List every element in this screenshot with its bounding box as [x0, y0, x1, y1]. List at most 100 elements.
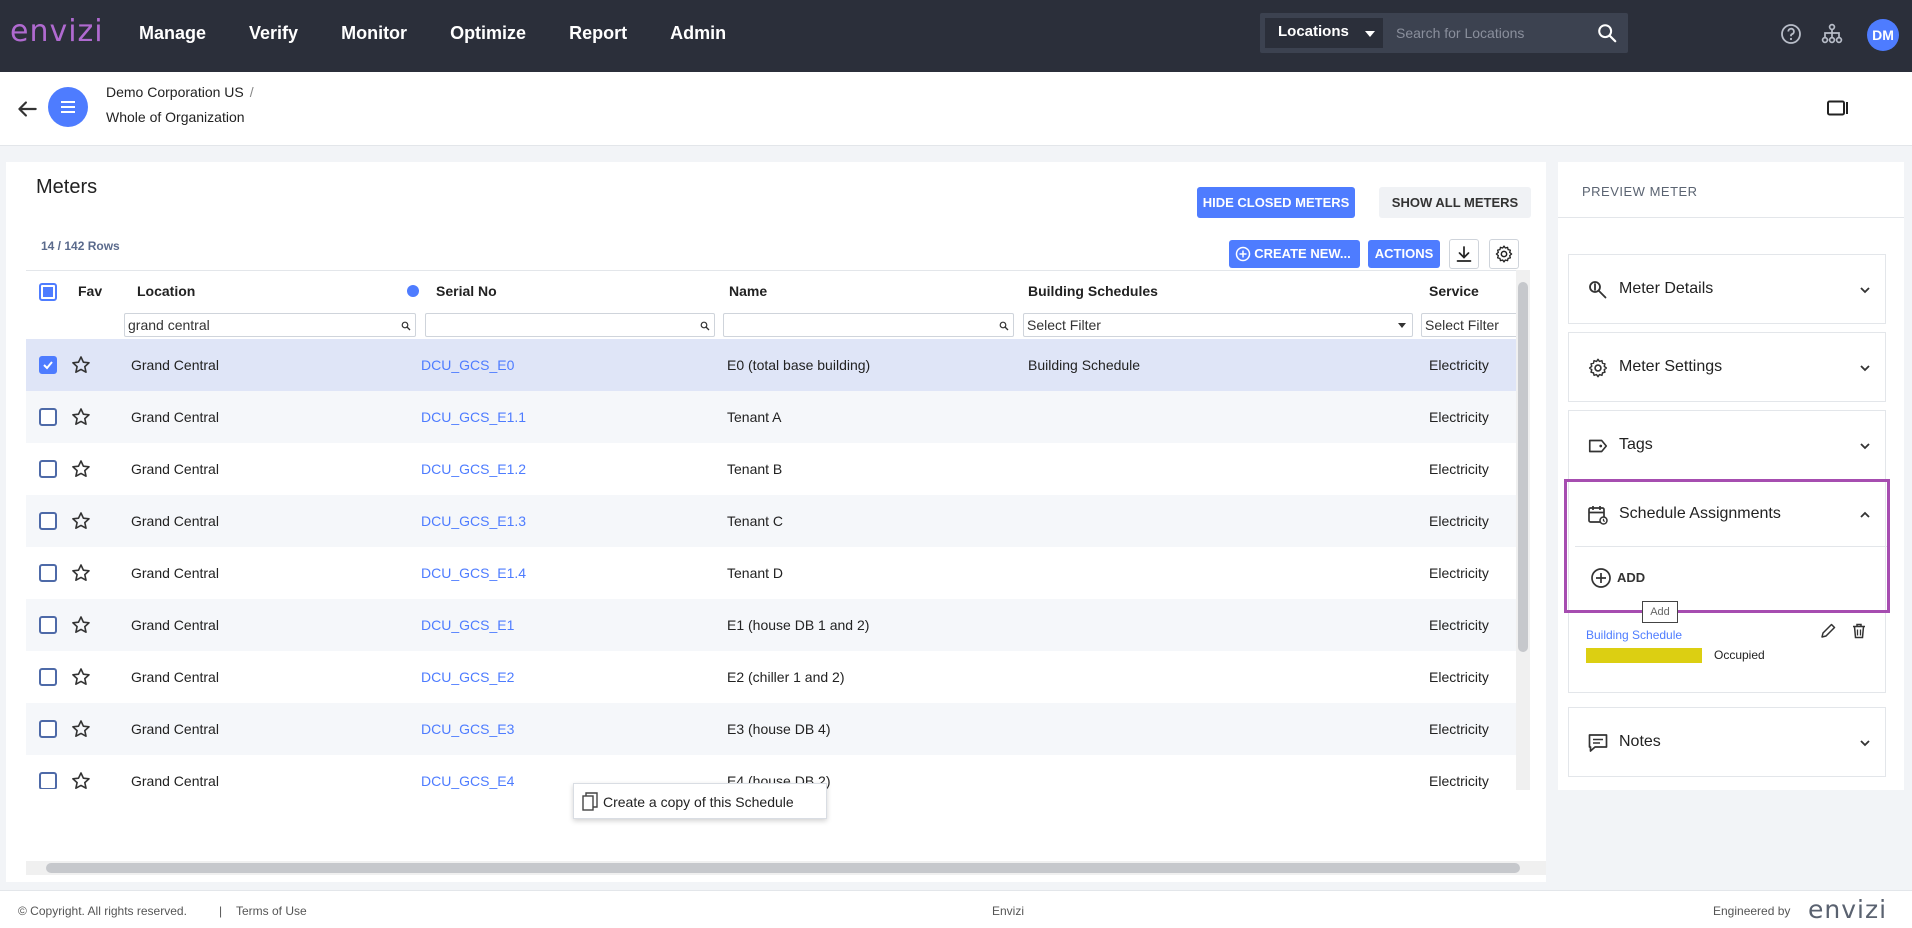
- cell-serial-link[interactable]: DCU_GCS_E1.3: [421, 495, 526, 547]
- cell-serial-link[interactable]: DCU_GCS_E1.1: [421, 391, 526, 443]
- meter-search-icon: [1589, 281, 1607, 299]
- meters-card: Meters HIDE CLOSED METERS SHOW ALL METER…: [6, 162, 1546, 882]
- column-header-location[interactable]: Location: [137, 271, 195, 311]
- envizi-logo[interactable]: envizi: [10, 14, 104, 49]
- nav-verify[interactable]: Verify: [249, 0, 298, 72]
- check-icon: [43, 361, 53, 370]
- pencil-icon[interactable]: [1819, 622, 1837, 640]
- hierarchy-icon[interactable]: [1820, 22, 1844, 46]
- search-icon[interactable]: [1596, 22, 1618, 44]
- actions-button[interactable]: ACTIONS: [1368, 240, 1440, 268]
- schedule-assignment-item: Building Schedule Occupied: [1586, 623, 1886, 688]
- favorite-star-icon[interactable]: [71, 407, 91, 427]
- table-row[interactable]: Grand Central DCU_GCS_E1.4 Tenant D Electri…: [26, 547, 1516, 599]
- nav-report[interactable]: Report: [569, 0, 627, 72]
- chevron-down-icon: [1860, 287, 1870, 294]
- copy-icon: [582, 792, 598, 811]
- horizontal-scrollbar[interactable]: [26, 861, 1546, 875]
- column-header-fav[interactable]: Fav: [78, 271, 102, 311]
- schedule-status: Occupied: [1714, 648, 1765, 662]
- select-all-checkbox[interactable]: [39, 283, 57, 301]
- breadcrumb-org[interactable]: Demo Corporation US: [106, 84, 244, 100]
- schedules-filter[interactable]: Select Filter: [1023, 313, 1413, 337]
- gear-icon: [1588, 358, 1608, 378]
- favorite-star-icon[interactable]: [71, 719, 91, 739]
- search-input[interactable]: [1386, 18, 1586, 48]
- favorite-star-icon[interactable]: [71, 355, 91, 375]
- copy-schedule-label: Create a copy of this Schedule: [603, 794, 794, 810]
- table-row[interactable]: Grand Central DCU_GCS_E3 E3 (house DB 4) El…: [26, 703, 1516, 755]
- nav-optimize[interactable]: Optimize: [450, 0, 526, 72]
- cell-schedule: Building Schedule: [1028, 357, 1141, 373]
- cell-serial-link[interactable]: DCU_GCS_E1.2: [421, 443, 526, 495]
- cell-serial-link[interactable]: DCU_GCS_E1: [421, 599, 514, 651]
- service-point-filter[interactable]: Select Filter: [1421, 313, 1516, 337]
- nav-admin[interactable]: Admin: [670, 0, 726, 72]
- copy-schedule-tooltip[interactable]: Create a copy of this Schedule: [573, 783, 827, 819]
- favorite-star-icon[interactable]: [71, 511, 91, 531]
- cell-service-point: Electricity: [1429, 617, 1489, 633]
- help-icon[interactable]: [1779, 22, 1803, 46]
- name-filter[interactable]: [723, 313, 1014, 337]
- terms-of-use-link[interactable]: Terms of Use: [236, 904, 307, 918]
- table-row[interactable]: Grand Central DCU_GCS_E1 E1 (house DB 1 an…: [26, 599, 1516, 651]
- cell-name: E1 (house DB 1 and 2): [727, 617, 870, 633]
- show-all-meters-button[interactable]: SHOW ALL METERS: [1379, 187, 1531, 218]
- breadcrumb-scope[interactable]: Whole of Organization: [106, 109, 245, 125]
- cell-serial-link[interactable]: DCU_GCS_E4: [421, 755, 514, 789]
- column-header-schedules[interactable]: Building Schedules: [1028, 271, 1158, 311]
- table-row[interactable]: Grand Central DCU_GCS_E1.1 Tenant A Electri…: [26, 391, 1516, 443]
- cell-location: Grand Central: [131, 773, 219, 789]
- row-checkbox[interactable]: [39, 720, 57, 738]
- hamburger-menu-button[interactable]: [48, 87, 88, 127]
- schedule-name-link[interactable]: Building Schedule: [1586, 628, 1682, 642]
- favorite-star-icon[interactable]: [71, 771, 91, 789]
- favorite-star-icon[interactable]: [71, 615, 91, 635]
- row-checkbox[interactable]: [39, 408, 57, 426]
- row-checkbox[interactable]: [39, 512, 57, 530]
- notes-section[interactable]: Notes: [1568, 707, 1886, 777]
- row-checkbox[interactable]: [39, 668, 57, 686]
- row-checkbox[interactable]: [39, 772, 57, 789]
- panel-toggle-icon[interactable]: [1827, 100, 1849, 116]
- search-scope-select[interactable]: Locations: [1265, 18, 1383, 48]
- row-checkbox[interactable]: [39, 460, 57, 478]
- footer: © Copyright. All rights reserved. | Term…: [0, 890, 1912, 928]
- table-settings-button[interactable]: [1489, 239, 1519, 269]
- column-header-name[interactable]: Name: [729, 271, 767, 311]
- row-checkbox[interactable]: [39, 356, 57, 374]
- footer-separator: |: [219, 904, 223, 918]
- back-arrow-icon[interactable]: [14, 96, 40, 122]
- favorite-star-icon[interactable]: [71, 667, 91, 687]
- nav-monitor[interactable]: Monitor: [341, 0, 407, 72]
- favorite-star-icon[interactable]: [71, 563, 91, 583]
- tags-section[interactable]: Tags: [1568, 410, 1886, 480]
- user-avatar[interactable]: DM: [1867, 19, 1899, 51]
- add-schedule-button[interactable]: ADD: [1591, 568, 1645, 588]
- cell-serial-link[interactable]: DCU_GCS_E0: [421, 339, 514, 391]
- cell-serial-link[interactable]: DCU_GCS_E1.4: [421, 547, 526, 599]
- row-checkbox[interactable]: [39, 564, 57, 582]
- table-row[interactable]: Grand Central DCU_GCS_E2 E2 (chiller 1 and…: [26, 651, 1516, 703]
- row-checkbox[interactable]: [39, 616, 57, 634]
- table-row[interactable]: Grand Central DCU_GCS_E1.3 Tenant C Electri…: [26, 495, 1516, 547]
- table-row[interactable]: Grand Central DCU_GCS_E0 E0 (total base bu…: [26, 339, 1516, 391]
- cell-serial-link[interactable]: DCU_GCS_E2: [421, 651, 514, 703]
- location-filter[interactable]: grand central: [124, 313, 416, 337]
- cell-location: Grand Central: [131, 617, 219, 633]
- vertical-scrollbar[interactable]: [1516, 270, 1530, 790]
- cell-serial-link[interactable]: DCU_GCS_E3: [421, 703, 514, 755]
- create-new-button[interactable]: CREATE NEW...: [1229, 240, 1360, 268]
- serial-filter[interactable]: [425, 313, 715, 337]
- column-header-service-point[interactable]: Service Point: [1429, 271, 1516, 339]
- hide-closed-meters-button[interactable]: HIDE CLOSED METERS: [1197, 187, 1355, 218]
- favorite-star-icon[interactable]: [71, 459, 91, 479]
- table-row[interactable]: Grand Central DCU_GCS_E1.2 Tenant B Electri…: [26, 443, 1516, 495]
- nav-manage[interactable]: Manage: [139, 0, 206, 72]
- meter-settings-section[interactable]: Meter Settings: [1568, 332, 1886, 402]
- meter-details-section[interactable]: Meter Details: [1568, 254, 1886, 324]
- download-button[interactable]: [1449, 239, 1479, 269]
- plus-circle-icon: [1235, 246, 1251, 262]
- trash-icon[interactable]: [1850, 622, 1868, 640]
- column-header-serial[interactable]: Serial No: [436, 271, 497, 311]
